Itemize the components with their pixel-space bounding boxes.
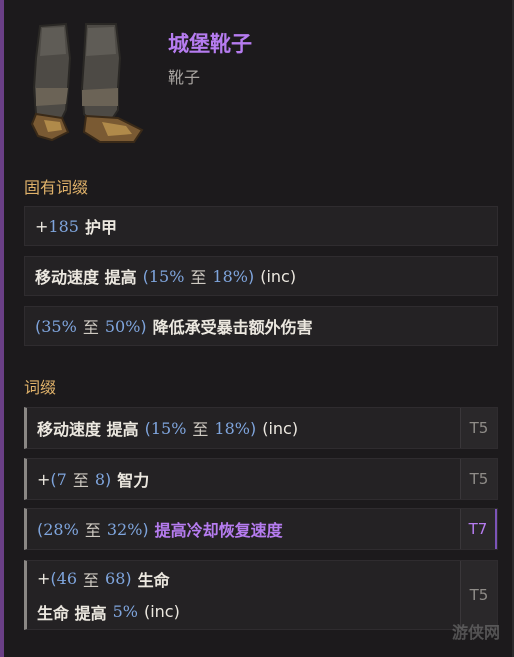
boots-icon [30,22,144,143]
range-close: ) [142,519,149,539]
range-min: 15% [150,418,187,438]
prefix: + [35,216,49,236]
prefix: + [37,569,51,588]
range-close: ) [125,569,132,588]
stat-label: 智力 [117,471,150,490]
prefix: + [37,469,51,489]
stat-label: 提高冷却恢复速度 [154,521,283,540]
range-to: 至 [72,471,89,490]
affix-row-cooldown: ( 28% 至 32% ) 提高冷却恢复速度 T7 [24,508,498,550]
affix-section-title: 词缀 [24,378,57,397]
range-close: ) [140,316,147,336]
range-min: 35% [41,316,77,336]
range-close: ) [247,266,255,286]
stat-label: 生命 [137,570,170,590]
implicit-row-armor: + 185 护甲 [24,206,498,246]
range-max: 8 [94,469,106,489]
range-to: 至 [82,318,99,337]
range-max: 68 [105,569,126,588]
tier-badge: T5 [460,408,497,448]
range-to: 至 [84,521,101,540]
watermark-logo: 游侠网 [451,623,500,642]
armor-label: 护甲 [84,218,117,237]
stat-suffix: (inc) [262,418,299,438]
stat-label: 移动速度 提高 [35,268,137,287]
stat-suffix: (inc) [143,602,180,621]
stat-suffix: (inc) [260,266,297,286]
range-min: 7 [56,469,67,489]
tier-badge: T7 [460,509,497,549]
range-to: 至 [190,268,207,287]
range-max: 18% [212,266,248,286]
affix-line-inc-life: 生命 提高 5% (inc) [37,600,180,624]
affix-row-life: + ( 46 至 68 ) 生命 生命 提高 5% (inc) T5 [24,560,498,630]
stat-value: 5% [112,602,138,621]
item-type: 靴子 [168,68,201,87]
stat-label: 移动速度 提高 [37,420,139,439]
affix-row-intelligence: + ( 7 至 8 ) 智力 T5 [24,458,498,500]
tier-badge: T5 [460,459,497,499]
range-min: 15% [148,266,185,286]
range-to: 至 [192,420,209,439]
armor-value: 185 [48,216,79,236]
implicit-row-movespeed: 移动速度 提高 ( 15% 至 18% ) (inc) [24,256,498,296]
item-tooltip: 城堡靴子 靴子 固有词缀 + 185 护甲 移动速度 提高 ( 15% 至 18… [0,0,514,657]
stat-label: 生命 提高 [37,603,107,623]
stat-label: 降低承受暴击额外伤害 [152,318,313,337]
range-max: 32% [106,519,143,539]
range-max: 18% [214,418,250,438]
affix-line-flat-life: + ( 46 至 68 ) 生命 [37,567,170,591]
range-min: 46 [56,569,78,588]
affix-row-movespeed: 移动速度 提高 ( 15% 至 18% ) (inc) T5 [24,407,498,449]
range-close: ) [249,418,257,438]
item-name: 城堡靴子 [168,32,252,56]
implicit-section-title: 固有词缀 [24,178,89,197]
range-min: 28% [43,519,79,539]
range-close: ) [105,469,112,489]
item-header: 城堡靴子 靴子 [22,18,512,148]
range-max: 50% [104,316,141,336]
implicit-row-crit-reduction: ( 35% 至 50% ) 降低承受暴击额外伤害 [24,306,498,346]
range-to: 至 [83,570,100,590]
